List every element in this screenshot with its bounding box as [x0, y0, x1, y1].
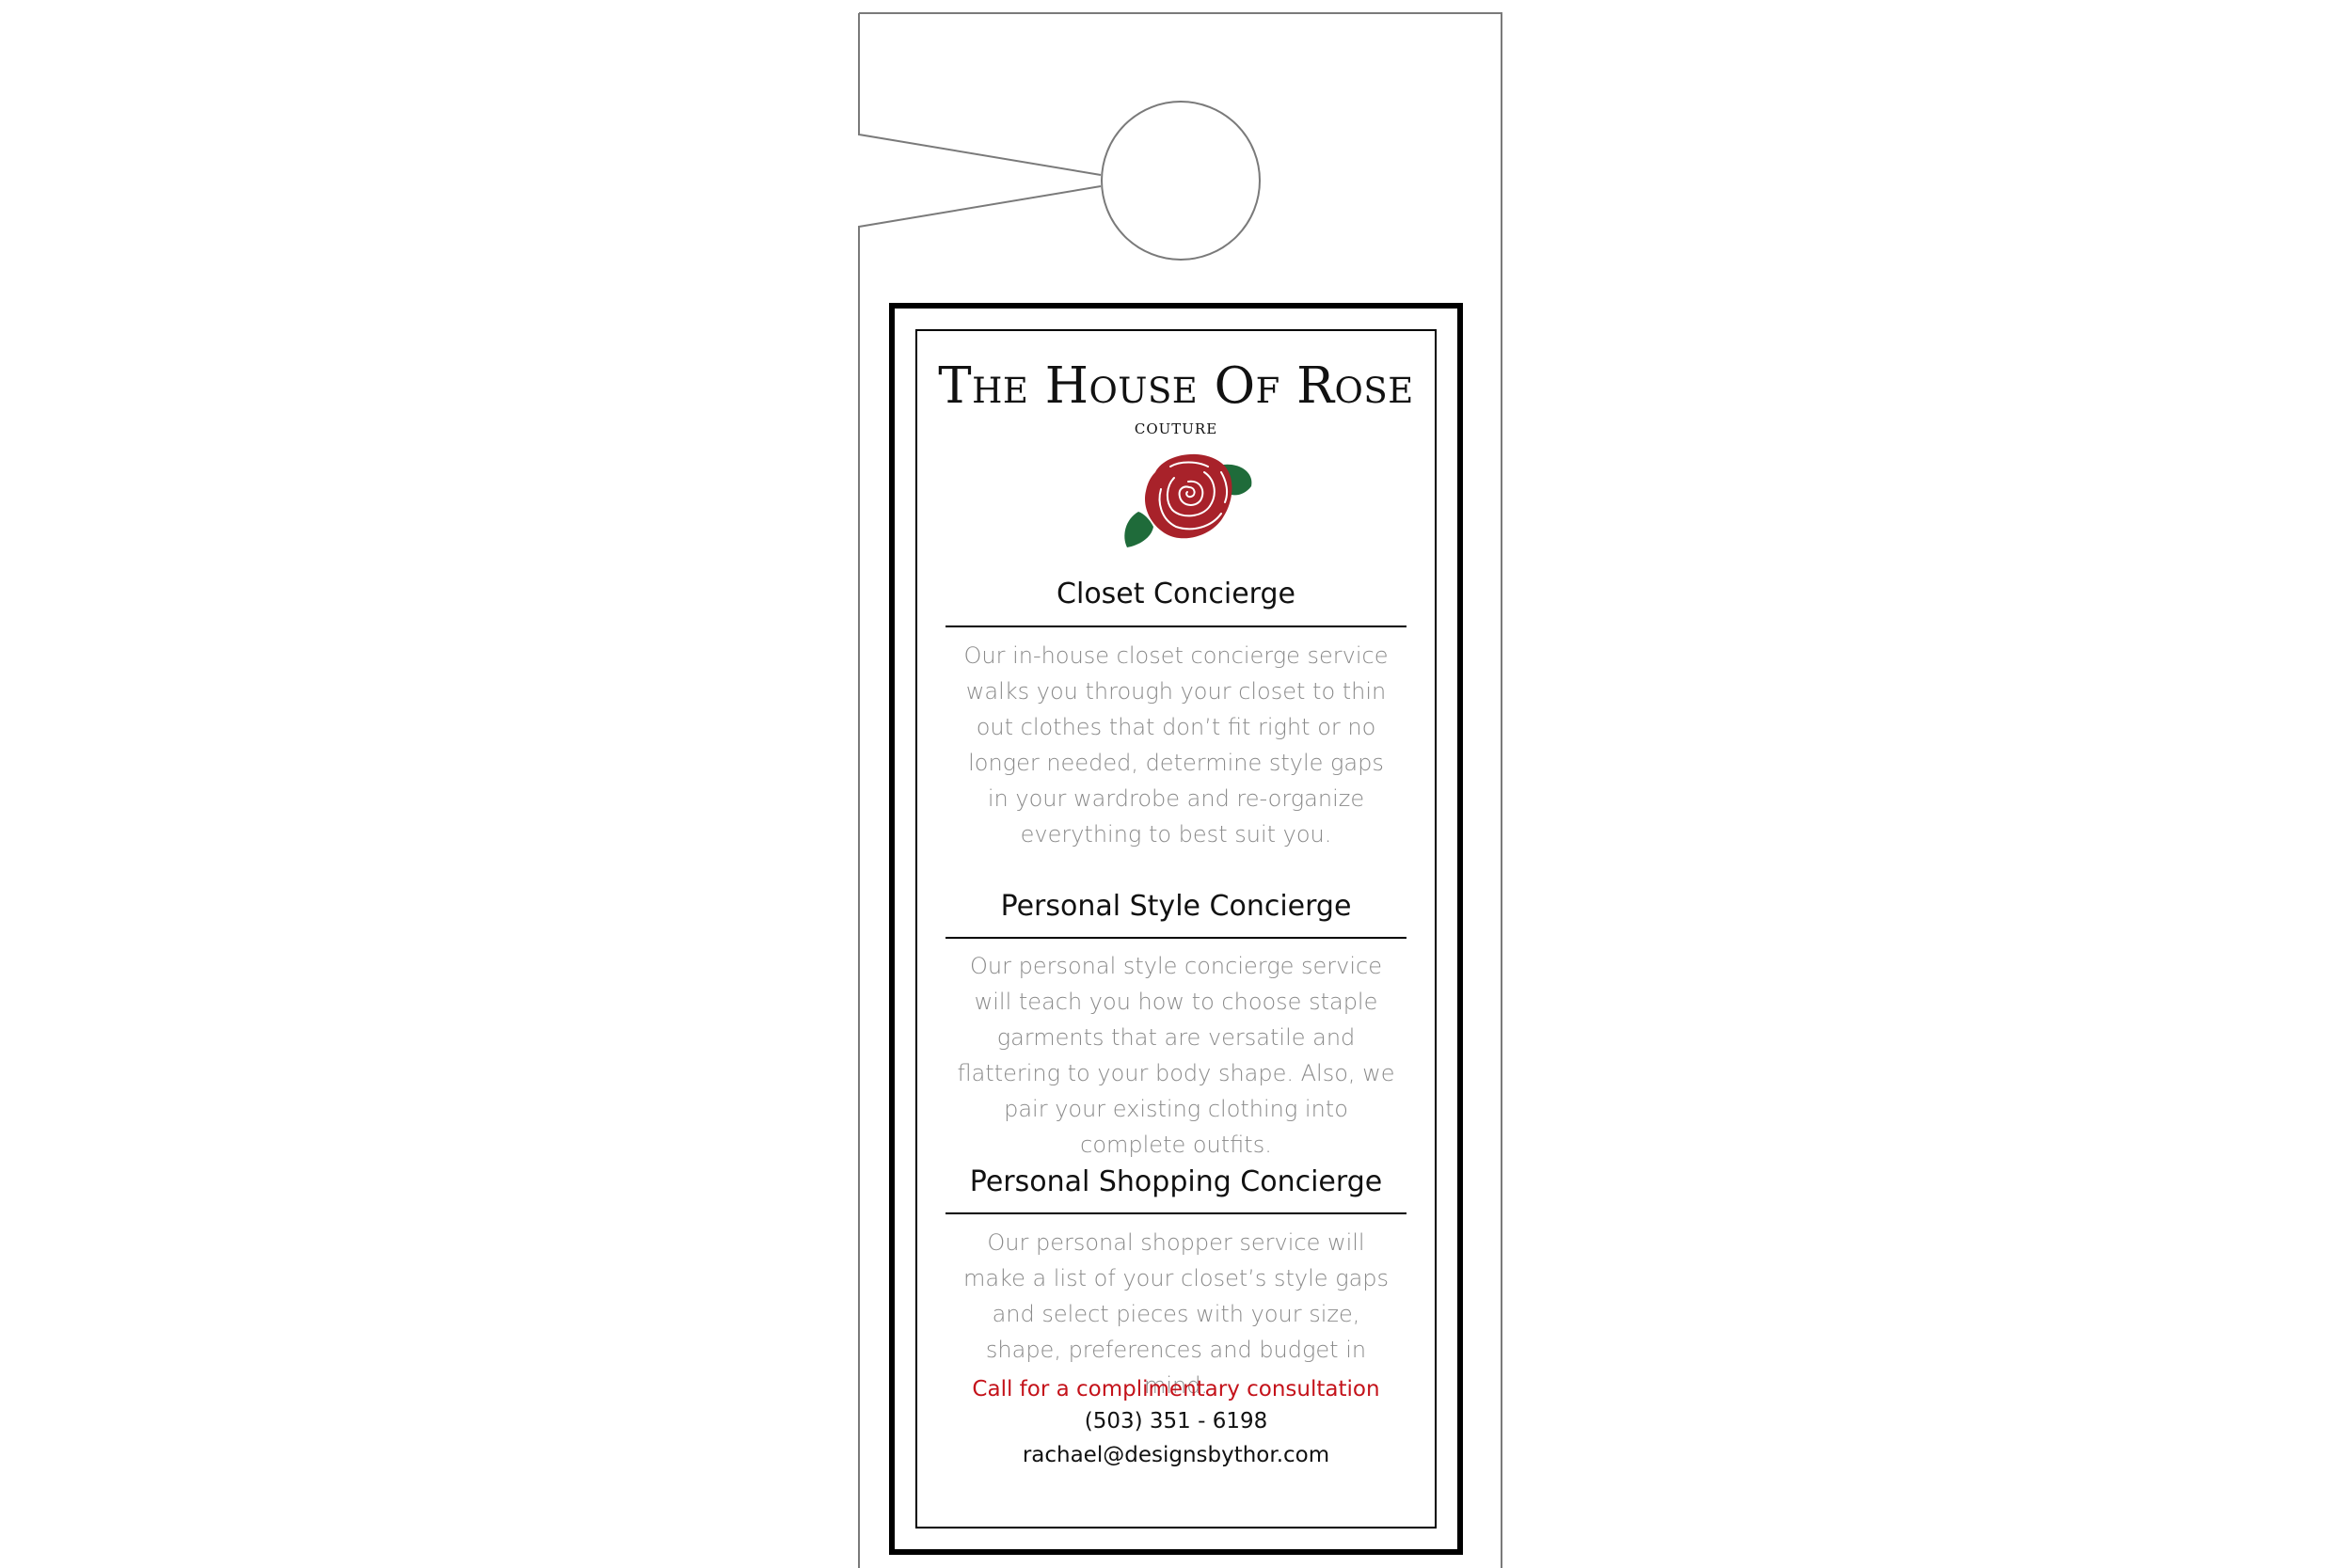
section-divider	[946, 937, 1406, 939]
rose-icon	[1124, 453, 1252, 547]
section-divider	[946, 626, 1406, 627]
phone-number[interactable]: (503) 351 - 6198	[917, 1409, 1435, 1433]
section-body-closet-concierge: Our in-house closet concierge service wa…	[963, 642, 1389, 847]
door-hanger-card: The House Of Rose COUTURE Closet Concier…	[889, 303, 1463, 1555]
leaf-left	[1124, 512, 1153, 547]
section-title-personal-style-concierge: Personal Style Concierge	[1000, 890, 1352, 923]
brand-title: The House Of Rose	[938, 357, 1414, 415]
consultation-cta: Call for a complimentary consultation	[972, 1377, 1380, 1402]
hanger-hole	[1101, 101, 1261, 261]
card-inner-border: The House Of Rose COUTURE Closet Concier…	[915, 329, 1437, 1528]
section-title-personal-shopping-concierge: Personal Shopping Concierge	[969, 1165, 1383, 1198]
section-title-closet-concierge: Closet Concierge	[1057, 578, 1295, 610]
section-body-personal-style-concierge: Our personal style concierge service wil…	[957, 953, 1395, 1158]
section-divider	[946, 1212, 1406, 1214]
brand-tagline: COUTURE	[1134, 420, 1218, 437]
email-address[interactable]: rachael@designsbythor.com	[917, 1443, 1435, 1467]
